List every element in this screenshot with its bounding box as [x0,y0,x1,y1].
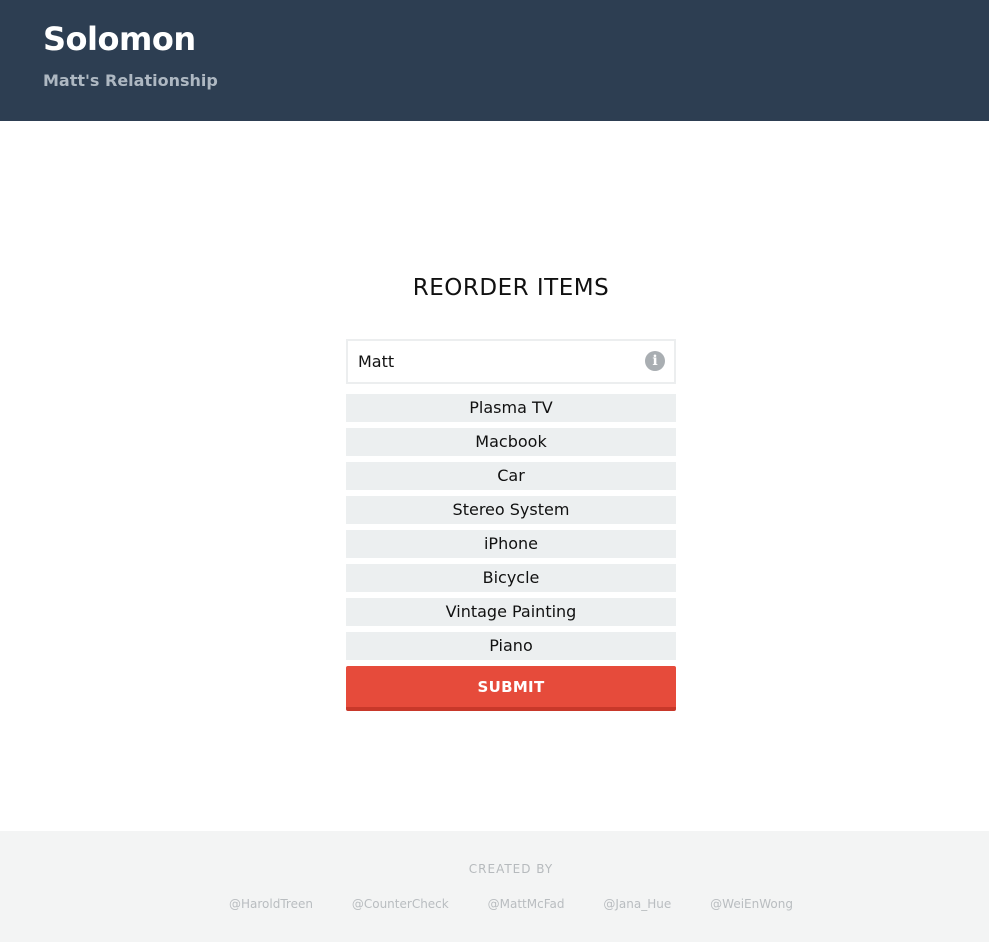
reorder-item[interactable]: Macbook [346,428,676,456]
info-icon[interactable]: i [645,351,665,371]
reorder-item[interactable]: Car [346,462,676,490]
app-header: Solomon Matt's Relationship [0,0,989,121]
app-title: Solomon [43,20,196,58]
credit-link[interactable]: @WeiEnWong [710,897,793,911]
created-by-label: CREATED BY [468,862,554,876]
reorder-item[interactable]: Plasma TV [346,394,676,422]
credit-link[interactable]: @MattMcFad [488,897,565,911]
reorder-item[interactable]: Stereo System [346,496,676,524]
submit-button[interactable]: SUBMIT [346,666,676,711]
participant-name: Matt [358,352,395,371]
credit-link[interactable]: @Jana_Hue [603,897,671,911]
participant-name-box: Matt i [346,339,676,384]
reorder-item[interactable]: Bicycle [346,564,676,592]
app-subtitle: Matt's Relationship [43,71,218,90]
reorder-item[interactable]: iPhone [346,530,676,558]
reorder-item-list: Plasma TV Macbook Car Stereo System iPho… [346,394,676,666]
main-content: REORDER ITEMS Matt i Plasma TV Macbook C… [0,121,989,831]
footer: CREATED BY @HaroldTreen @CounterCheck @M… [0,831,989,942]
credit-link[interactable]: @HaroldTreen [229,897,313,911]
credits-list: @HaroldTreen @CounterCheck @MattMcFad @J… [229,897,793,911]
reorder-item[interactable]: Vintage Painting [346,598,676,626]
reorder-item[interactable]: Piano [346,632,676,660]
credit-link[interactable]: @CounterCheck [352,897,449,911]
section-title: REORDER ITEMS [412,275,610,301]
